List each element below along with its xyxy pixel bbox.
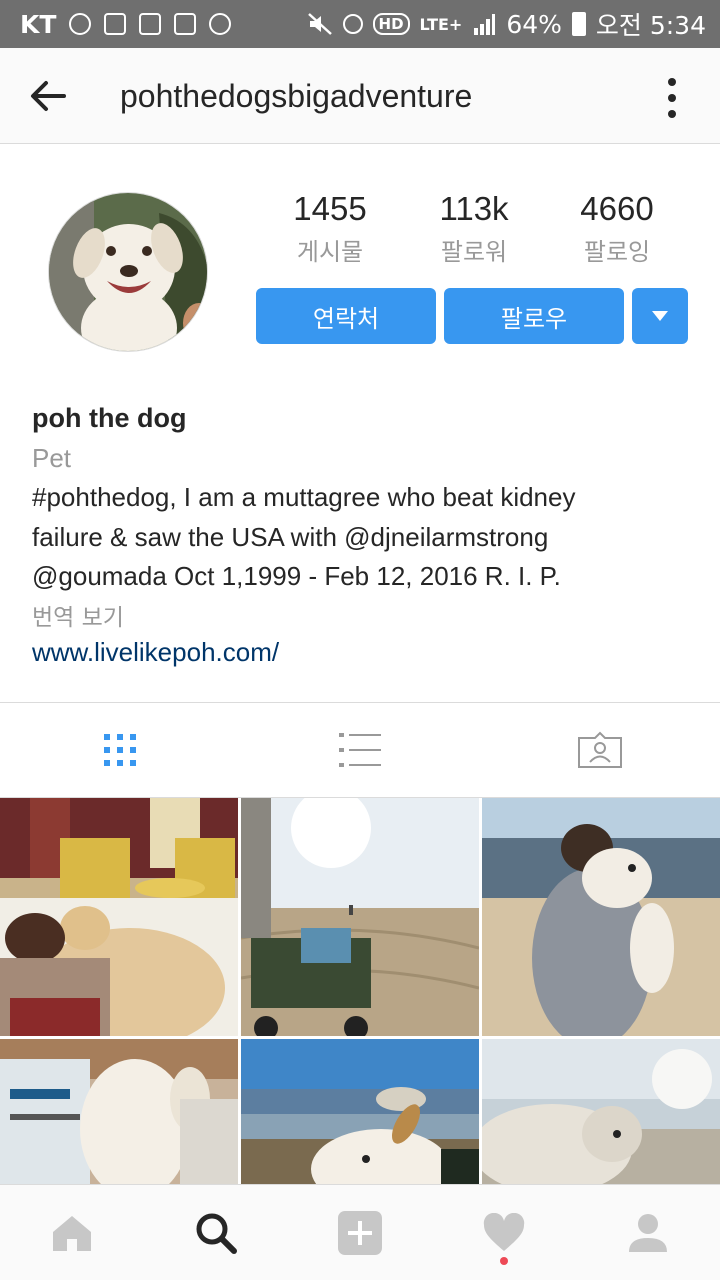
- grid-post[interactable]: [241, 798, 479, 1036]
- add-post-icon: [338, 1211, 382, 1255]
- website-link[interactable]: www.livelikepoh.com/: [32, 637, 279, 668]
- carrier-label: KT: [20, 9, 57, 39]
- post-thumbnail-beach-wagon: [241, 798, 479, 1036]
- contact-button[interactable]: 연락처: [256, 288, 436, 344]
- post-thumbnail-dog-beach: [482, 1039, 720, 1184]
- arrow-left-icon: [31, 81, 66, 111]
- signal-icon: [474, 14, 496, 35]
- status-left: KT: [20, 9, 232, 39]
- post-thumbnail-man-holding-dog: [482, 798, 720, 1036]
- followers-label: 팔로워: [440, 238, 508, 266]
- dot: [668, 94, 676, 102]
- clipboard-icon: [104, 13, 127, 35]
- hd-badge: HD: [372, 13, 410, 35]
- list-icon: [339, 733, 381, 767]
- following-label: 팔로잉: [583, 238, 651, 266]
- view-tabs: [0, 702, 720, 798]
- battery-icon: [571, 12, 586, 36]
- photo-grid: [0, 798, 720, 1184]
- post-thumbnail-dog-coast: [241, 1039, 479, 1184]
- profile-category: Pet: [32, 443, 72, 473]
- avatar[interactable]: [48, 192, 208, 352]
- alarm-icon: [342, 14, 363, 34]
- nav-home[interactable]: [0, 1185, 144, 1280]
- grid-post[interactable]: [0, 798, 238, 1036]
- network-type: LTE+: [419, 14, 463, 34]
- grid-post[interactable]: [482, 1039, 720, 1184]
- back-button[interactable]: [26, 76, 70, 116]
- alarm-icon: [209, 13, 232, 35]
- notification-icon: [69, 13, 92, 35]
- grid-post[interactable]: [0, 1039, 238, 1184]
- bio-line: @goumada Oct 1,1999 - Feb 12, 2016 R. I.…: [32, 561, 561, 591]
- profile-name: poh the dog: [32, 403, 187, 433]
- mute-icon: [307, 13, 332, 35]
- grid-post[interactable]: [482, 798, 720, 1036]
- notification-dot: [500, 1257, 508, 1265]
- stat-following[interactable]: 4660 팔로잉: [552, 190, 682, 267]
- grid-icon: [104, 734, 136, 766]
- nav-profile[interactable]: [576, 1185, 720, 1280]
- vertical-dots-icon: [668, 78, 676, 86]
- grid-post[interactable]: [241, 1039, 479, 1184]
- recycle-icon: [174, 13, 197, 35]
- dot: [668, 110, 676, 118]
- bio-line: failure & saw the USA with @djneilarmstr…: [32, 522, 549, 552]
- suggestions-dropdown-button[interactable]: [632, 288, 688, 344]
- search-icon: [196, 1213, 237, 1254]
- clock: 오전 5:34: [595, 11, 706, 40]
- post-thumbnail-hotel-room: [0, 798, 238, 1036]
- stat-followers[interactable]: 113k 팔로워: [409, 190, 539, 267]
- status-bar: KT HD LTE+ 64% 오전 5:34: [0, 0, 720, 48]
- posts-count: 1455: [293, 190, 367, 227]
- translate-link[interactable]: 번역 보기: [32, 598, 124, 632]
- posts-label: 게시물: [296, 238, 364, 266]
- heart-icon: [483, 1213, 525, 1251]
- chevron-down-icon: [652, 311, 668, 321]
- follow-button[interactable]: 팔로우: [444, 288, 624, 344]
- profile-icon: [629, 1214, 667, 1252]
- tab-list[interactable]: [240, 703, 480, 797]
- dog-photo: [49, 193, 207, 351]
- bio-line: #pohthedog, I am a muttagree who beat ki…: [32, 482, 576, 512]
- status-right: HD LTE+ 64% 오전 5:34: [307, 6, 706, 42]
- following-count: 4660: [580, 190, 654, 227]
- nav-activity[interactable]: [432, 1185, 576, 1280]
- more-options-button[interactable]: [660, 78, 684, 118]
- bottom-nav: [0, 1184, 720, 1280]
- tagged-person-icon: [578, 731, 622, 768]
- nav-add-post[interactable]: [288, 1185, 432, 1280]
- post-thumbnail-dog-fluid-bag: [0, 1039, 238, 1184]
- page-title: pohthedogsbigadventure: [120, 78, 473, 114]
- followers-count: 113k: [439, 190, 509, 227]
- home-icon: [53, 1216, 91, 1251]
- battery-percent: 64%: [506, 9, 562, 39]
- tab-tagged[interactable]: [480, 703, 720, 797]
- tab-grid[interactable]: [0, 703, 240, 797]
- nav-search[interactable]: [144, 1185, 288, 1280]
- gallery-icon: [139, 13, 162, 35]
- profile-header: pohthedogsbigadventure: [0, 48, 720, 144]
- stat-posts[interactable]: 1455 게시물: [265, 190, 395, 267]
